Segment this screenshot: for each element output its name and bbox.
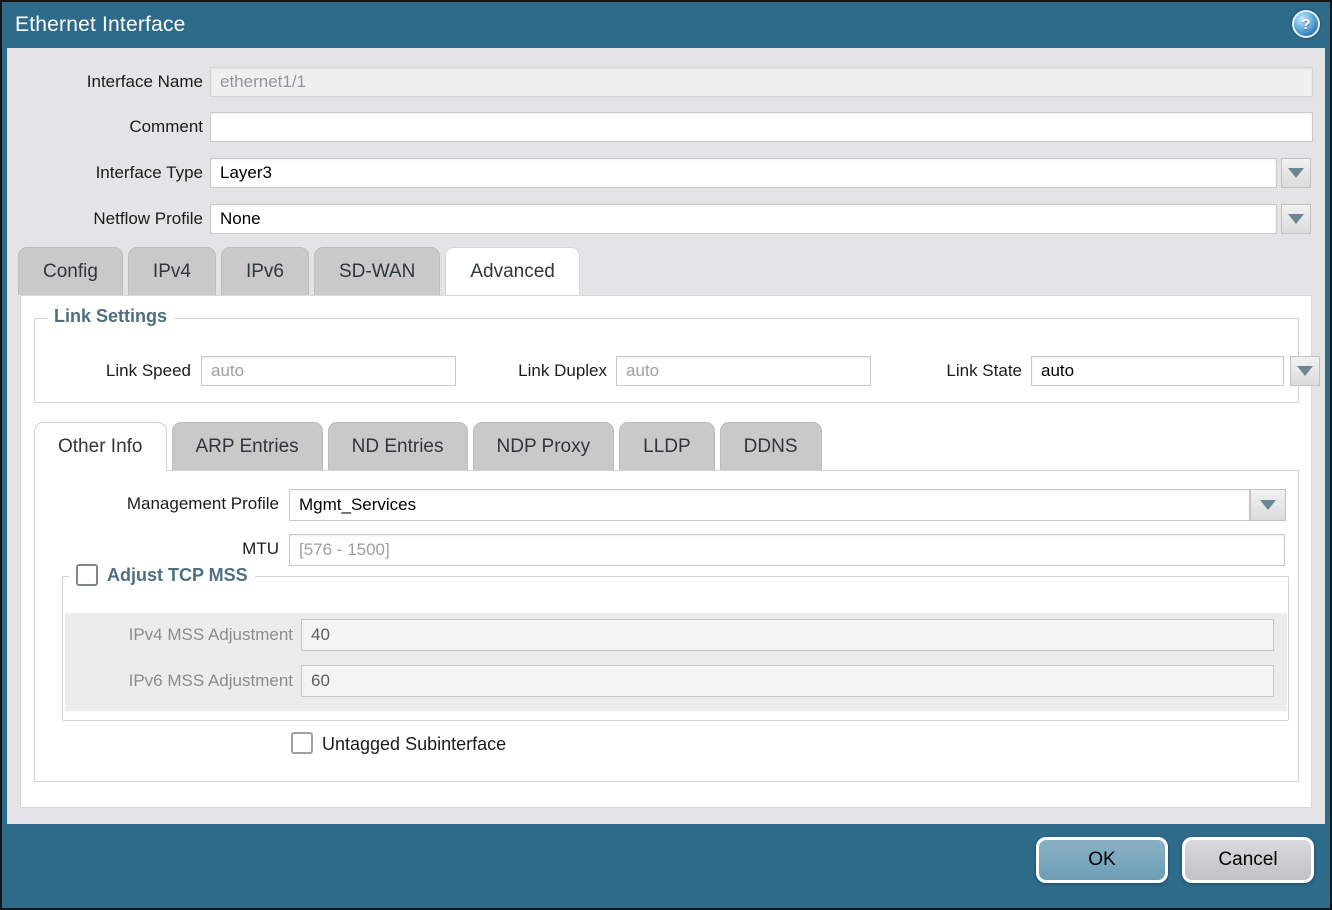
mss-disabled-panel: IPv4 MSS Adjustment IPv6 MSS Adjustment bbox=[65, 613, 1287, 711]
subtab-ndp-proxy[interactable]: NDP Proxy bbox=[473, 422, 615, 470]
dialog-footer: OK Cancel bbox=[2, 824, 1330, 908]
screenshot: Ethernet Interface ? Interface Name Comm… bbox=[0, 0, 1332, 910]
subtab-ddns[interactable]: DDNS bbox=[720, 422, 822, 470]
netflow-profile-row: Netflow Profile bbox=[7, 204, 1313, 234]
interface-type-dropdown-button[interactable] bbox=[1281, 158, 1311, 188]
other-info-panel: Management Profile MTU Adjust TCP MSS bbox=[34, 470, 1299, 782]
ipv4-mss-input bbox=[301, 619, 1274, 651]
chevron-down-icon bbox=[1288, 214, 1304, 224]
adjust-tcp-mss-fieldset: Adjust TCP MSS IPv4 MSS Adjustment IPv6 … bbox=[62, 576, 1289, 721]
ok-button[interactable]: OK bbox=[1036, 837, 1168, 883]
tab-sdwan[interactable]: SD-WAN bbox=[314, 247, 440, 295]
link-settings-fieldset: Link Settings Link Speed Link Duplex Lin… bbox=[34, 318, 1299, 403]
tab-config[interactable]: Config bbox=[18, 247, 123, 295]
ipv4-mss-row: IPv4 MSS Adjustment bbox=[65, 619, 1287, 651]
link-state-dropdown-button[interactable] bbox=[1290, 356, 1320, 386]
interface-type-row: Interface Type bbox=[7, 158, 1313, 188]
link-state-label: Link State bbox=[863, 356, 1022, 386]
untagged-subinterface-row: Untagged Subinterface bbox=[35, 732, 1298, 756]
subtab-lldp[interactable]: LLDP bbox=[619, 422, 715, 470]
tab-ipv4[interactable]: IPv4 bbox=[128, 247, 216, 295]
tab-ipv6[interactable]: IPv6 bbox=[221, 247, 309, 295]
chevron-down-icon bbox=[1260, 500, 1276, 510]
dialog-body: Interface Name Comment Interface Type Ne… bbox=[7, 48, 1325, 824]
ipv6-mss-label: IPv6 MSS Adjustment bbox=[65, 665, 293, 697]
interface-type-input[interactable] bbox=[210, 158, 1277, 188]
ipv6-mss-row: IPv6 MSS Adjustment bbox=[65, 665, 1287, 697]
management-profile-label: Management Profile bbox=[35, 489, 279, 519]
chevron-down-icon bbox=[1297, 366, 1313, 376]
adjust-tcp-mss-checkbox[interactable] bbox=[76, 564, 98, 586]
mtu-row: MTU bbox=[35, 534, 1298, 566]
untagged-subinterface-checkbox[interactable] bbox=[291, 732, 313, 754]
dialog-title: Ethernet Interface bbox=[2, 13, 186, 37]
ethernet-interface-dialog: Ethernet Interface ? Interface Name Comm… bbox=[0, 0, 1332, 910]
tab-advanced[interactable]: Advanced bbox=[445, 247, 580, 295]
mtu-input[interactable] bbox=[289, 534, 1285, 566]
advanced-tab-panel: Link Settings Link Speed Link Duplex Lin… bbox=[20, 295, 1312, 808]
netflow-profile-input[interactable] bbox=[210, 204, 1277, 234]
dialog-titlebar: Ethernet Interface ? bbox=[2, 2, 1330, 48]
chevron-down-icon bbox=[1288, 168, 1304, 178]
management-profile-input[interactable] bbox=[289, 489, 1250, 521]
netflow-profile-dropdown-button[interactable] bbox=[1281, 204, 1311, 234]
link-speed-label: Link Speed bbox=[35, 356, 191, 386]
interface-name-label: Interface Name bbox=[7, 67, 203, 97]
link-settings-legend: Link Settings bbox=[47, 306, 174, 327]
sub-tab-bar: Other Info ARP Entries ND Entries NDP Pr… bbox=[34, 416, 822, 470]
adjust-tcp-mss-legend: Adjust TCP MSS bbox=[69, 564, 255, 586]
interface-name-row: Interface Name bbox=[7, 67, 1313, 97]
subtab-arp-entries[interactable]: ARP Entries bbox=[172, 422, 323, 470]
management-profile-dropdown-button[interactable] bbox=[1250, 489, 1286, 521]
link-duplex-input[interactable] bbox=[616, 356, 871, 386]
mtu-label: MTU bbox=[35, 534, 279, 564]
link-speed-input[interactable] bbox=[201, 356, 456, 386]
ipv6-mss-input bbox=[301, 665, 1274, 697]
ipv4-mss-label: IPv4 MSS Adjustment bbox=[65, 619, 293, 651]
interface-type-label: Interface Type bbox=[7, 158, 203, 188]
management-profile-row: Management Profile bbox=[35, 489, 1298, 521]
cancel-button[interactable]: Cancel bbox=[1182, 837, 1314, 883]
comment-row: Comment bbox=[7, 112, 1313, 142]
comment-label: Comment bbox=[7, 112, 203, 142]
untagged-subinterface-label: Untagged Subinterface bbox=[322, 732, 506, 756]
interface-name-input bbox=[210, 67, 1313, 97]
link-state-field bbox=[1031, 356, 1284, 386]
subtab-nd-entries[interactable]: ND Entries bbox=[328, 422, 468, 470]
subtab-other-info[interactable]: Other Info bbox=[34, 422, 167, 471]
comment-input[interactable] bbox=[210, 112, 1313, 142]
help-glyph: ? bbox=[1301, 17, 1310, 32]
link-state-input[interactable] bbox=[1031, 356, 1284, 386]
netflow-profile-label: Netflow Profile bbox=[7, 204, 203, 234]
main-tab-bar: Config IPv4 IPv6 SD-WAN Advanced bbox=[18, 247, 580, 295]
help-icon[interactable]: ? bbox=[1292, 10, 1320, 38]
link-duplex-label: Link Duplex bbox=[443, 356, 607, 386]
adjust-tcp-mss-legend-text: Adjust TCP MSS bbox=[107, 565, 248, 586]
